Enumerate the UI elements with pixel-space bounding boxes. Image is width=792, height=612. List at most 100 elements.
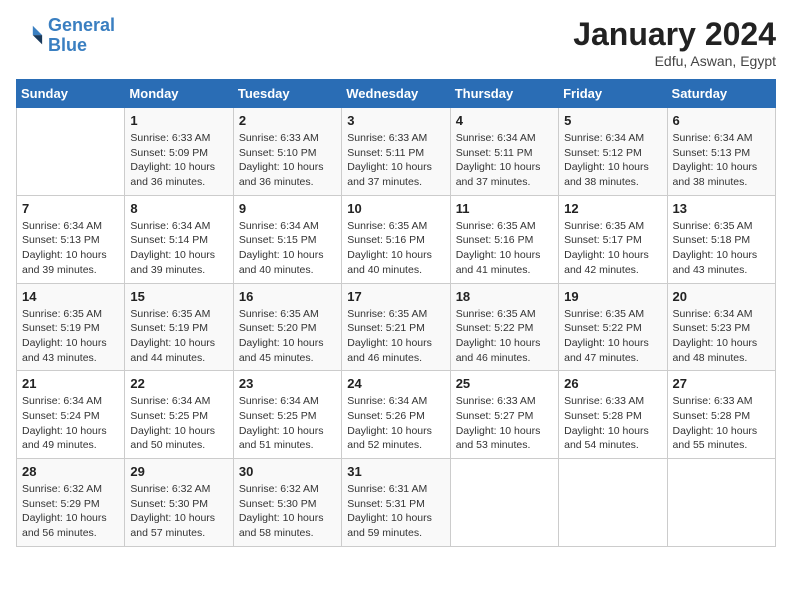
day-number: 23	[239, 376, 336, 391]
column-header-monday: Monday	[125, 80, 233, 108]
day-info: Sunrise: 6:34 AMSunset: 5:25 PMDaylight:…	[130, 394, 227, 453]
calendar-cell: 13 Sunrise: 6:35 AMSunset: 5:18 PMDayligh…	[667, 195, 775, 283]
calendar-cell: 30Sunrise: 6:32 AMSunset: 5:30 PMDayligh…	[233, 459, 341, 547]
calendar-cell: 16 Sunrise: 6:35 AMSunset: 5:20 PMDayligh…	[233, 283, 341, 371]
day-number: 8	[130, 201, 227, 216]
column-header-wednesday: Wednesday	[342, 80, 450, 108]
calendar-week-row: 28Sunrise: 6:32 AMSunset: 5:29 PMDayligh…	[17, 459, 776, 547]
day-info: Sunrise: 6:35 AMSunset: 5:22 PMDaylight:…	[564, 307, 661, 366]
logo-icon	[16, 22, 44, 50]
calendar-week-row: 7 Sunrise: 6:34 AMSunset: 5:13 PMDaylight…	[17, 195, 776, 283]
day-number: 22	[130, 376, 227, 391]
day-info: Sunrise: 6:32 AMSunset: 5:30 PMDaylight:…	[130, 482, 227, 541]
day-info: Sunrise: 6:35 AMSunset: 5:17 PMDaylight:…	[564, 219, 661, 278]
calendar-cell: 21Sunrise: 6:34 AMSunset: 5:24 PMDayligh…	[17, 371, 125, 459]
calendar-table: SundayMondayTuesdayWednesdayThursdayFrid…	[16, 79, 776, 547]
day-info: Sunrise: 6:34 AMSunset: 5:13 PMDaylight:…	[22, 219, 119, 278]
calendar-cell: 22 Sunrise: 6:34 AMSunset: 5:25 PMDayligh…	[125, 371, 233, 459]
calendar-cell: 24 Sunrise: 6:34 AMSunset: 5:26 PMDayligh…	[342, 371, 450, 459]
day-info: Sunrise: 6:32 AMSunset: 5:29 PMDaylight:…	[22, 482, 119, 541]
calendar-cell: 1 Sunrise: 6:33 AMSunset: 5:09 PMDaylight…	[125, 108, 233, 196]
calendar-cell: 28Sunrise: 6:32 AMSunset: 5:29 PMDayligh…	[17, 459, 125, 547]
column-header-tuesday: Tuesday	[233, 80, 341, 108]
calendar-cell: 7 Sunrise: 6:34 AMSunset: 5:13 PMDaylight…	[17, 195, 125, 283]
day-info: Sunrise: 6:35 AMSunset: 5:22 PMDaylight:…	[456, 307, 553, 366]
calendar-week-row: 14 Sunrise: 6:35 AMSunset: 5:19 PMDayligh…	[17, 283, 776, 371]
calendar-cell: 17 Sunrise: 6:35 AMSunset: 5:21 PMDayligh…	[342, 283, 450, 371]
calendar-cell: 26Sunrise: 6:33 AMSunset: 5:28 PMDayligh…	[559, 371, 667, 459]
day-number: 9	[239, 201, 336, 216]
column-header-friday: Friday	[559, 80, 667, 108]
day-number: 14	[22, 289, 119, 304]
day-info: Sunrise: 6:35 AMSunset: 5:16 PMDaylight:…	[456, 219, 553, 278]
calendar-body: 1 Sunrise: 6:33 AMSunset: 5:09 PMDaylight…	[17, 108, 776, 547]
month-title: January 2024	[573, 16, 776, 53]
day-number: 1	[130, 113, 227, 128]
day-number: 29	[130, 464, 227, 479]
day-number: 6	[673, 113, 770, 128]
day-info: Sunrise: 6:34 AMSunset: 5:25 PMDaylight:…	[239, 394, 336, 453]
calendar-cell: 8 Sunrise: 6:34 AMSunset: 5:14 PMDaylight…	[125, 195, 233, 283]
calendar-cell	[17, 108, 125, 196]
calendar-cell: 29 Sunrise: 6:32 AMSunset: 5:30 PMDayligh…	[125, 459, 233, 547]
logo: General Blue	[16, 16, 115, 56]
day-info: Sunrise: 6:35 AMSunset: 5:18 PMDaylight:…	[673, 219, 770, 278]
calendar-cell: 2Sunrise: 6:33 AMSunset: 5:10 PMDaylight…	[233, 108, 341, 196]
calendar-cell: 4Sunrise: 6:34 AMSunset: 5:11 PMDaylight…	[450, 108, 558, 196]
calendar-cell: 19 Sunrise: 6:35 AMSunset: 5:22 PMDayligh…	[559, 283, 667, 371]
calendar-cell	[559, 459, 667, 547]
day-info: Sunrise: 6:34 AMSunset: 5:23 PMDaylight:…	[673, 307, 770, 366]
day-info: Sunrise: 6:33 AMSunset: 5:28 PMDaylight:…	[564, 394, 661, 453]
calendar-cell: 3Sunrise: 6:33 AMSunset: 5:11 PMDaylight…	[342, 108, 450, 196]
day-info: Sunrise: 6:31 AMSunset: 5:31 PMDaylight:…	[347, 482, 444, 541]
day-number: 24	[347, 376, 444, 391]
day-info: Sunrise: 6:34 AMSunset: 5:15 PMDaylight:…	[239, 219, 336, 278]
day-info: Sunrise: 6:34 AMSunset: 5:14 PMDaylight:…	[130, 219, 227, 278]
day-number: 16	[239, 289, 336, 304]
day-info: Sunrise: 6:35 AMSunset: 5:21 PMDaylight:…	[347, 307, 444, 366]
day-number: 7	[22, 201, 119, 216]
day-number: 5	[564, 113, 661, 128]
calendar-cell: 10Sunrise: 6:35 AMSunset: 5:16 PMDayligh…	[342, 195, 450, 283]
day-info: Sunrise: 6:34 AMSunset: 5:26 PMDaylight:…	[347, 394, 444, 453]
day-number: 27	[673, 376, 770, 391]
day-info: Sunrise: 6:35 AMSunset: 5:19 PMDaylight:…	[130, 307, 227, 366]
location: Edfu, Aswan, Egypt	[573, 53, 776, 69]
calendar-cell: 11Sunrise: 6:35 AMSunset: 5:16 PMDayligh…	[450, 195, 558, 283]
day-number: 20	[673, 289, 770, 304]
calendar-cell: 9 Sunrise: 6:34 AMSunset: 5:15 PMDaylight…	[233, 195, 341, 283]
day-number: 19	[564, 289, 661, 304]
calendar-week-row: 1 Sunrise: 6:33 AMSunset: 5:09 PMDaylight…	[17, 108, 776, 196]
day-number: 21	[22, 376, 119, 391]
calendar-cell: 25 Sunrise: 6:33 AMSunset: 5:27 PMDayligh…	[450, 371, 558, 459]
day-info: Sunrise: 6:35 AMSunset: 5:19 PMDaylight:…	[22, 307, 119, 366]
day-number: 13	[673, 201, 770, 216]
logo-text: General Blue	[48, 16, 115, 56]
calendar-week-row: 21Sunrise: 6:34 AMSunset: 5:24 PMDayligh…	[17, 371, 776, 459]
column-header-sunday: Sunday	[17, 80, 125, 108]
day-number: 25	[456, 376, 553, 391]
day-number: 12	[564, 201, 661, 216]
calendar-cell: 14 Sunrise: 6:35 AMSunset: 5:19 PMDayligh…	[17, 283, 125, 371]
day-info: Sunrise: 6:33 AMSunset: 5:10 PMDaylight:…	[239, 131, 336, 190]
calendar-cell: 18Sunrise: 6:35 AMSunset: 5:22 PMDayligh…	[450, 283, 558, 371]
calendar-cell: 12 Sunrise: 6:35 AMSunset: 5:17 PMDayligh…	[559, 195, 667, 283]
day-info: Sunrise: 6:32 AMSunset: 5:30 PMDaylight:…	[239, 482, 336, 541]
column-header-saturday: Saturday	[667, 80, 775, 108]
day-info: Sunrise: 6:35 AMSunset: 5:16 PMDaylight:…	[347, 219, 444, 278]
calendar-cell: 31 Sunrise: 6:31 AMSunset: 5:31 PMDayligh…	[342, 459, 450, 547]
day-info: Sunrise: 6:34 AMSunset: 5:12 PMDaylight:…	[564, 131, 661, 190]
day-number: 17	[347, 289, 444, 304]
day-number: 15	[130, 289, 227, 304]
day-info: Sunrise: 6:35 AMSunset: 5:20 PMDaylight:…	[239, 307, 336, 366]
calendar-header-row: SundayMondayTuesdayWednesdayThursdayFrid…	[17, 80, 776, 108]
day-info: Sunrise: 6:34 AMSunset: 5:13 PMDaylight:…	[673, 131, 770, 190]
day-number: 31	[347, 464, 444, 479]
day-info: Sunrise: 6:33 AMSunset: 5:28 PMDaylight:…	[673, 394, 770, 453]
day-info: Sunrise: 6:33 AMSunset: 5:27 PMDaylight:…	[456, 394, 553, 453]
day-info: Sunrise: 6:33 AMSunset: 5:11 PMDaylight:…	[347, 131, 444, 190]
title-block: January 2024 Edfu, Aswan, Egypt	[573, 16, 776, 69]
calendar-cell: 5 Sunrise: 6:34 AMSunset: 5:12 PMDaylight…	[559, 108, 667, 196]
calendar-cell	[450, 459, 558, 547]
day-info: Sunrise: 6:33 AMSunset: 5:09 PMDaylight:…	[130, 131, 227, 190]
